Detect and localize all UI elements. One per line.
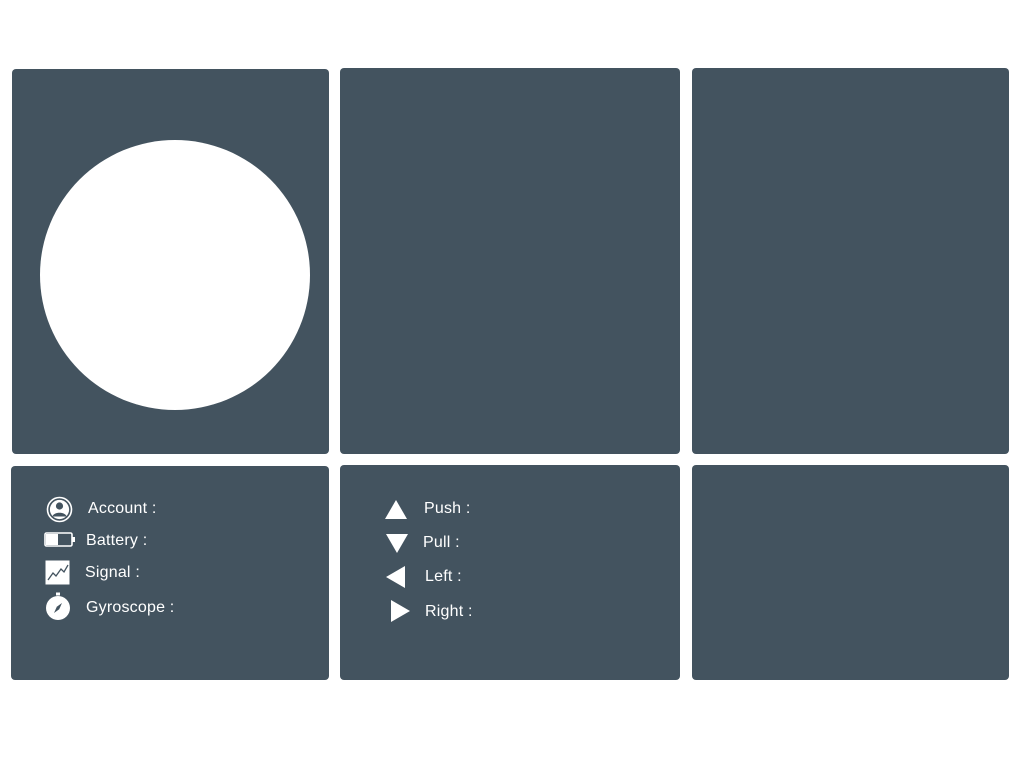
pull-row: Pull : <box>423 530 460 556</box>
signal-row: Signal : <box>85 560 140 586</box>
signal-label: Signal : <box>85 564 140 581</box>
arrow-left-icon[interactable] <box>386 566 405 588</box>
light-spot <box>40 140 310 410</box>
controls-panel: Push : Pull : Left : Right : <box>340 465 680 680</box>
pull-label: Pull : <box>423 534 460 551</box>
account-label: Account : <box>88 500 157 517</box>
camera-view-panel <box>12 69 329 454</box>
extra-panel <box>692 465 1009 680</box>
gyroscope-label: Gyroscope : <box>86 599 175 616</box>
push-row: Push : <box>424 496 471 522</box>
battery-icon <box>44 532 75 547</box>
right-label: Right : <box>425 603 473 620</box>
arrow-up-icon[interactable] <box>385 500 407 519</box>
signal-icon <box>45 560 70 585</box>
left-label: Left : <box>425 568 462 585</box>
compass-icon <box>46 592 70 620</box>
arrow-right-icon[interactable] <box>391 600 410 622</box>
account-icon <box>46 496 73 523</box>
right-row: Right : <box>425 599 473 625</box>
battery-row: Battery : <box>86 528 147 554</box>
push-label: Push : <box>424 500 471 517</box>
center-view-panel <box>340 68 680 454</box>
status-panel: Account : Battery : Signal : Gyroscope : <box>11 466 329 680</box>
right-view-panel <box>692 68 1009 454</box>
arrow-down-icon[interactable] <box>386 534 408 553</box>
account-row: Account : <box>88 496 157 522</box>
battery-label: Battery : <box>86 532 148 549</box>
gyroscope-row: Gyroscope : <box>86 595 174 621</box>
left-row: Left : <box>425 564 462 590</box>
